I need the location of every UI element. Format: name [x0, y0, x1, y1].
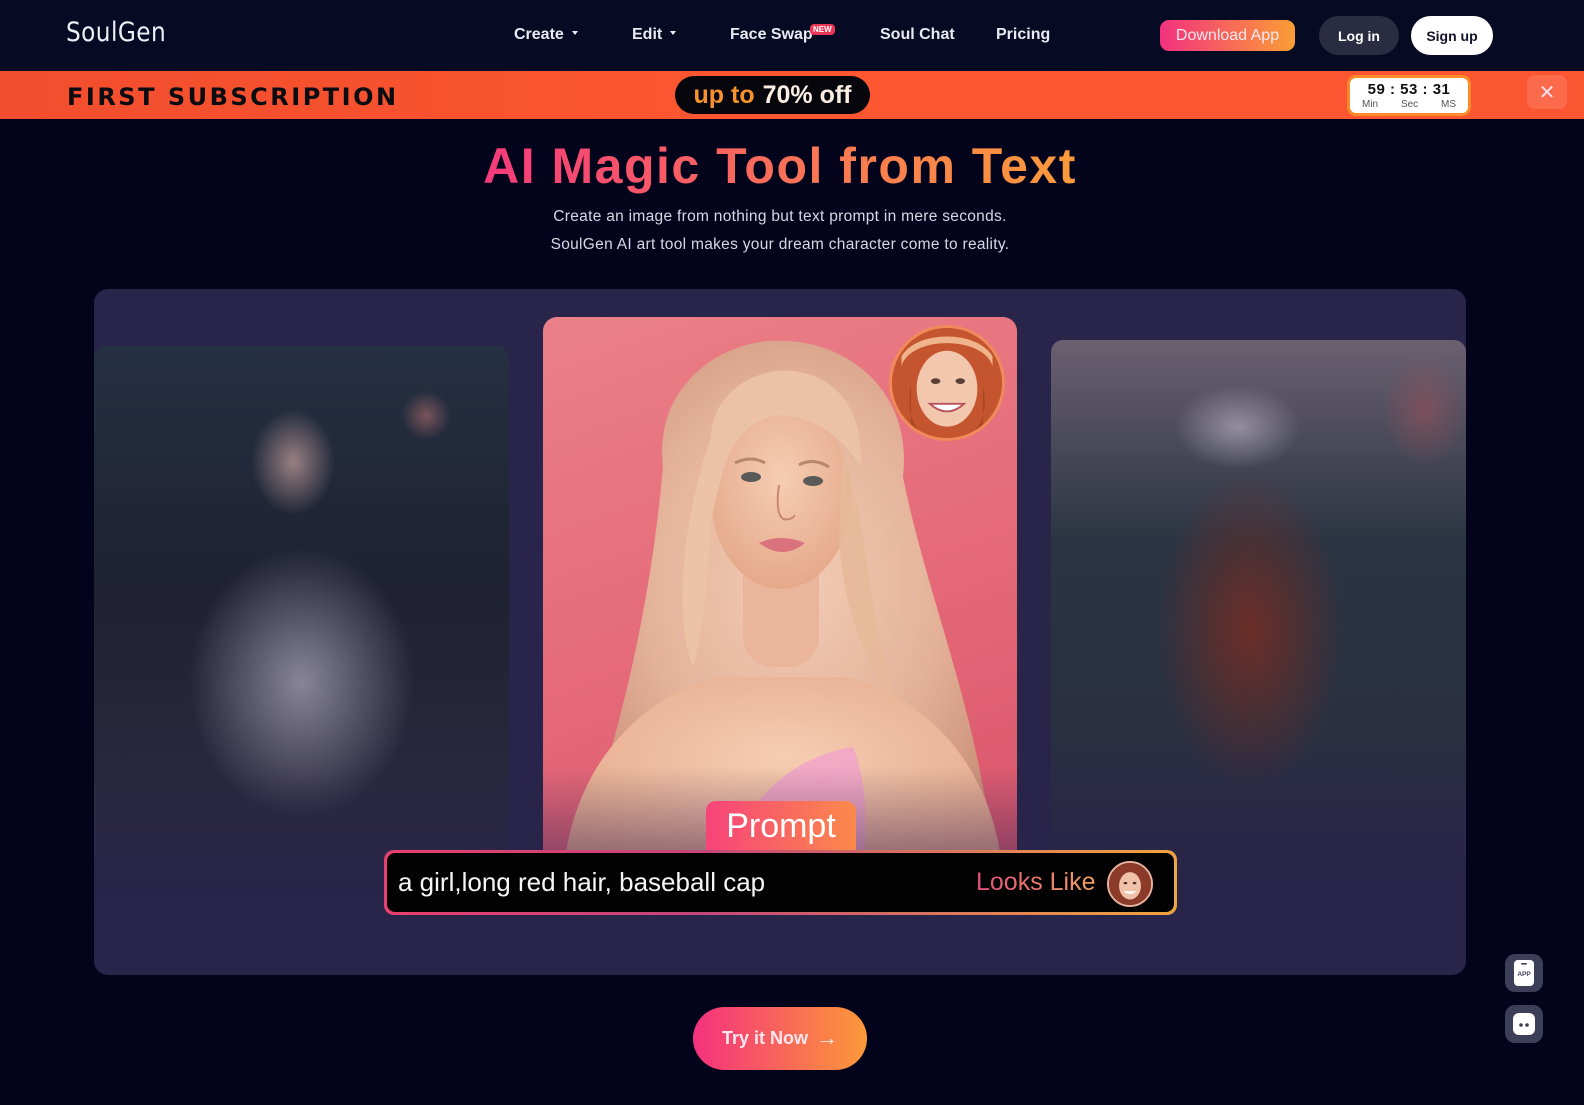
soulgen-logo[interactable]: SoulGen: [66, 17, 166, 48]
discount-prefix: up to: [693, 80, 755, 109]
nav-item-label: Pricing: [996, 26, 1051, 43]
nav-item-label: Face Swap: [730, 26, 813, 43]
nav-item-soul-chat[interactable]: Soul Chat: [880, 26, 955, 44]
reference-face-avatar: [889, 325, 1005, 441]
timer-separator: :: [1389, 81, 1396, 98]
countdown-timer: 59 : 53 : 31 Min Sec MS: [1347, 75, 1471, 116]
generated-image-card: [543, 317, 1017, 877]
promo-title: FIRST SUBSCRIPTION: [67, 83, 399, 111]
timer-values: 59 : 53 : 31: [1350, 81, 1468, 98]
download-app-button[interactable]: Download App: [1160, 20, 1295, 51]
close-icon: ✕: [1538, 81, 1556, 104]
try-it-now-button[interactable]: Try it Now →: [693, 1007, 867, 1070]
reference-face-image: [892, 328, 1002, 438]
timer-label-min: Min: [1362, 99, 1379, 110]
nav-item-create[interactable]: Create: [514, 26, 578, 44]
mobile-app-icon: APP: [1514, 960, 1534, 986]
nav-item-edit[interactable]: Edit: [632, 26, 677, 44]
new-badge: NEW: [810, 24, 835, 35]
prompt-bar: a girl,long red hair, baseball cap Looks…: [384, 850, 1177, 915]
prompt-tag: Prompt: [706, 801, 856, 852]
floating-app-button[interactable]: APP: [1505, 954, 1543, 992]
looks-like-label: Looks Like: [976, 868, 1096, 896]
timer-separator: :: [1422, 81, 1429, 98]
nav-item-face-swap[interactable]: Face Swap: [730, 26, 813, 44]
page-title: AI Magic Tool from Text: [0, 137, 1560, 195]
try-it-now-label: Try it Now: [721, 1028, 808, 1048]
nav-item-label: Soul Chat: [880, 26, 955, 43]
signup-button[interactable]: Sign up: [1411, 16, 1493, 55]
caret-down-icon: [571, 31, 578, 35]
looks-like-face-image: [1109, 863, 1151, 905]
timer-min: 59: [1367, 81, 1386, 98]
floating-chat-button[interactable]: [1505, 1005, 1543, 1043]
looks-like-avatar: [1107, 861, 1153, 907]
nav-item-label: Edit: [632, 26, 663, 43]
arrow-right-icon: →: [816, 1024, 838, 1050]
app-icon-text: APP: [1517, 971, 1531, 978]
timer-label-ms: MS: [1440, 99, 1456, 110]
close-banner-button[interactable]: ✕: [1527, 75, 1567, 109]
carousel-next-image[interactable]: [1051, 340, 1466, 920]
nav-item-pricing[interactable]: Pricing: [996, 26, 1050, 44]
caret-down-icon: [670, 31, 677, 35]
top-navbar: SoulGen Create Edit Face Swap NEW Soul C…: [0, 0, 1584, 71]
timer-labels: Min Sec MS: [1362, 99, 1456, 110]
discount-value: 70% off: [762, 80, 852, 109]
chat-bot-icon: [1513, 1013, 1535, 1035]
hero-subtitle-line-1: Create an image from nothing but text pr…: [553, 208, 1007, 225]
nav-item-label: Create: [514, 26, 564, 43]
hero-subtitle-line-2: SoulGen AI art tool makes your dream cha…: [550, 236, 1010, 253]
prompt-text: a girl,long red hair, baseball cap: [398, 867, 766, 897]
login-button[interactable]: Log in: [1319, 16, 1399, 55]
timer-ms: 31: [1432, 81, 1451, 98]
promo-banner[interactable]: FIRST SUBSCRIPTION up to 70% off 59 : 53…: [0, 71, 1584, 119]
carousel-prev-image[interactable]: [94, 346, 509, 926]
timer-label-sec: Sec: [1400, 99, 1419, 110]
prompt-bar-inner: a girl,long red hair, baseball cap Looks…: [387, 853, 1174, 912]
discount-pill: up to 70% off: [675, 76, 870, 114]
page-title-text: AI Magic Tool from Text: [483, 138, 1077, 194]
timer-sec: 53: [1400, 81, 1418, 98]
